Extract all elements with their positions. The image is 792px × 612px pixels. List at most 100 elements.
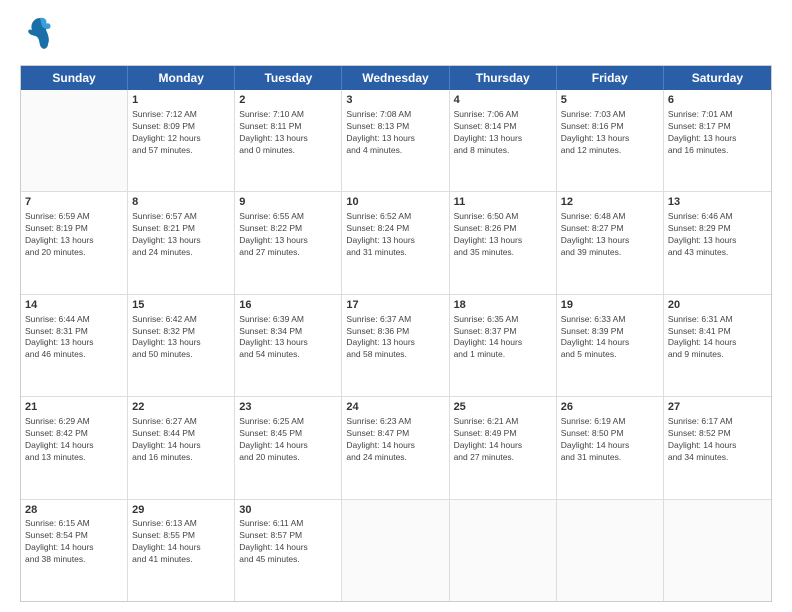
day-cell-24: 24Sunrise: 6:23 AM Sunset: 8:47 PM Dayli… [342,397,449,498]
day-number: 18 [454,298,552,313]
day-cell-27: 27Sunrise: 6:17 AM Sunset: 8:52 PM Dayli… [664,397,771,498]
day-cell-16: 16Sunrise: 6:39 AM Sunset: 8:34 PM Dayli… [235,295,342,396]
weekday-header-friday: Friday [557,66,664,90]
page: SundayMondayTuesdayWednesdayThursdayFrid… [0,0,792,612]
day-number: 11 [454,195,552,210]
day-cell-22: 22Sunrise: 6:27 AM Sunset: 8:44 PM Dayli… [128,397,235,498]
day-cell-29: 29Sunrise: 6:13 AM Sunset: 8:55 PM Dayli… [128,500,235,601]
day-info: Sunrise: 7:12 AM Sunset: 8:09 PM Dayligh… [132,109,230,157]
day-cell-18: 18Sunrise: 6:35 AM Sunset: 8:37 PM Dayli… [450,295,557,396]
day-info: Sunrise: 6:23 AM Sunset: 8:47 PM Dayligh… [346,416,444,464]
day-cell-30: 30Sunrise: 6:11 AM Sunset: 8:57 PM Dayli… [235,500,342,601]
day-cell-empty [557,500,664,601]
day-cell-3: 3Sunrise: 7:08 AM Sunset: 8:13 PM Daylig… [342,90,449,191]
day-cell-19: 19Sunrise: 6:33 AM Sunset: 8:39 PM Dayli… [557,295,664,396]
day-cell-23: 23Sunrise: 6:25 AM Sunset: 8:45 PM Dayli… [235,397,342,498]
calendar-row-4: 21Sunrise: 6:29 AM Sunset: 8:42 PM Dayli… [21,397,771,499]
calendar-body: 1Sunrise: 7:12 AM Sunset: 8:09 PM Daylig… [21,90,771,601]
day-info: Sunrise: 6:19 AM Sunset: 8:50 PM Dayligh… [561,416,659,464]
day-number: 28 [25,503,123,518]
day-cell-20: 20Sunrise: 6:31 AM Sunset: 8:41 PM Dayli… [664,295,771,396]
day-info: Sunrise: 6:55 AM Sunset: 8:22 PM Dayligh… [239,211,337,259]
day-cell-9: 9Sunrise: 6:55 AM Sunset: 8:22 PM Daylig… [235,192,342,293]
day-info: Sunrise: 6:33 AM Sunset: 8:39 PM Dayligh… [561,314,659,362]
day-number: 25 [454,400,552,415]
weekday-header-monday: Monday [128,66,235,90]
day-info: Sunrise: 7:03 AM Sunset: 8:16 PM Dayligh… [561,109,659,157]
day-cell-8: 8Sunrise: 6:57 AM Sunset: 8:21 PM Daylig… [128,192,235,293]
day-cell-empty [342,500,449,601]
day-info: Sunrise: 6:37 AM Sunset: 8:36 PM Dayligh… [346,314,444,362]
day-cell-14: 14Sunrise: 6:44 AM Sunset: 8:31 PM Dayli… [21,295,128,396]
day-number: 6 [668,93,767,108]
day-number: 30 [239,503,337,518]
day-info: Sunrise: 6:35 AM Sunset: 8:37 PM Dayligh… [454,314,552,362]
day-info: Sunrise: 6:46 AM Sunset: 8:29 PM Dayligh… [668,211,767,259]
day-info: Sunrise: 6:15 AM Sunset: 8:54 PM Dayligh… [25,518,123,566]
day-number: 20 [668,298,767,313]
day-number: 23 [239,400,337,415]
day-info: Sunrise: 7:10 AM Sunset: 8:11 PM Dayligh… [239,109,337,157]
day-cell-4: 4Sunrise: 7:06 AM Sunset: 8:14 PM Daylig… [450,90,557,191]
day-info: Sunrise: 6:52 AM Sunset: 8:24 PM Dayligh… [346,211,444,259]
day-info: Sunrise: 6:27 AM Sunset: 8:44 PM Dayligh… [132,416,230,464]
weekday-header-saturday: Saturday [664,66,771,90]
day-info: Sunrise: 6:42 AM Sunset: 8:32 PM Dayligh… [132,314,230,362]
day-number: 2 [239,93,337,108]
day-number: 14 [25,298,123,313]
day-cell-15: 15Sunrise: 6:42 AM Sunset: 8:32 PM Dayli… [128,295,235,396]
day-number: 1 [132,93,230,108]
day-number: 3 [346,93,444,108]
day-info: Sunrise: 6:11 AM Sunset: 8:57 PM Dayligh… [239,518,337,566]
day-number: 24 [346,400,444,415]
day-number: 9 [239,195,337,210]
day-cell-21: 21Sunrise: 6:29 AM Sunset: 8:42 PM Dayli… [21,397,128,498]
day-info: Sunrise: 7:06 AM Sunset: 8:14 PM Dayligh… [454,109,552,157]
day-number: 7 [25,195,123,210]
day-number: 29 [132,503,230,518]
day-info: Sunrise: 6:31 AM Sunset: 8:41 PM Dayligh… [668,314,767,362]
day-cell-25: 25Sunrise: 6:21 AM Sunset: 8:49 PM Dayli… [450,397,557,498]
day-info: Sunrise: 7:08 AM Sunset: 8:13 PM Dayligh… [346,109,444,157]
day-cell-empty [450,500,557,601]
day-cell-26: 26Sunrise: 6:19 AM Sunset: 8:50 PM Dayli… [557,397,664,498]
day-number: 27 [668,400,767,415]
day-number: 12 [561,195,659,210]
day-info: Sunrise: 6:44 AM Sunset: 8:31 PM Dayligh… [25,314,123,362]
day-info: Sunrise: 6:48 AM Sunset: 8:27 PM Dayligh… [561,211,659,259]
day-info: Sunrise: 6:59 AM Sunset: 8:19 PM Dayligh… [25,211,123,259]
calendar-header: SundayMondayTuesdayWednesdayThursdayFrid… [21,66,771,90]
day-info: Sunrise: 6:39 AM Sunset: 8:34 PM Dayligh… [239,314,337,362]
day-number: 5 [561,93,659,108]
calendar: SundayMondayTuesdayWednesdayThursdayFrid… [20,65,772,602]
weekday-header-thursday: Thursday [450,66,557,90]
weekday-header-wednesday: Wednesday [342,66,449,90]
day-info: Sunrise: 6:29 AM Sunset: 8:42 PM Dayligh… [25,416,123,464]
day-cell-10: 10Sunrise: 6:52 AM Sunset: 8:24 PM Dayli… [342,192,449,293]
day-info: Sunrise: 6:17 AM Sunset: 8:52 PM Dayligh… [668,416,767,464]
weekday-header-sunday: Sunday [21,66,128,90]
calendar-row-2: 7Sunrise: 6:59 AM Sunset: 8:19 PM Daylig… [21,192,771,294]
day-cell-5: 5Sunrise: 7:03 AM Sunset: 8:16 PM Daylig… [557,90,664,191]
day-cell-empty [21,90,128,191]
day-cell-12: 12Sunrise: 6:48 AM Sunset: 8:27 PM Dayli… [557,192,664,293]
calendar-row-1: 1Sunrise: 7:12 AM Sunset: 8:09 PM Daylig… [21,90,771,192]
day-number: 10 [346,195,444,210]
day-number: 19 [561,298,659,313]
day-cell-empty [664,500,771,601]
day-cell-13: 13Sunrise: 6:46 AM Sunset: 8:29 PM Dayli… [664,192,771,293]
day-cell-17: 17Sunrise: 6:37 AM Sunset: 8:36 PM Dayli… [342,295,449,396]
day-cell-2: 2Sunrise: 7:10 AM Sunset: 8:11 PM Daylig… [235,90,342,191]
header [20,16,772,57]
day-number: 4 [454,93,552,108]
day-number: 21 [25,400,123,415]
day-number: 8 [132,195,230,210]
day-info: Sunrise: 6:25 AM Sunset: 8:45 PM Dayligh… [239,416,337,464]
logo-bird-icon [26,16,54,52]
day-number: 13 [668,195,767,210]
day-number: 15 [132,298,230,313]
day-cell-7: 7Sunrise: 6:59 AM Sunset: 8:19 PM Daylig… [21,192,128,293]
calendar-row-3: 14Sunrise: 6:44 AM Sunset: 8:31 PM Dayli… [21,295,771,397]
day-cell-1: 1Sunrise: 7:12 AM Sunset: 8:09 PM Daylig… [128,90,235,191]
calendar-row-5: 28Sunrise: 6:15 AM Sunset: 8:54 PM Dayli… [21,500,771,601]
